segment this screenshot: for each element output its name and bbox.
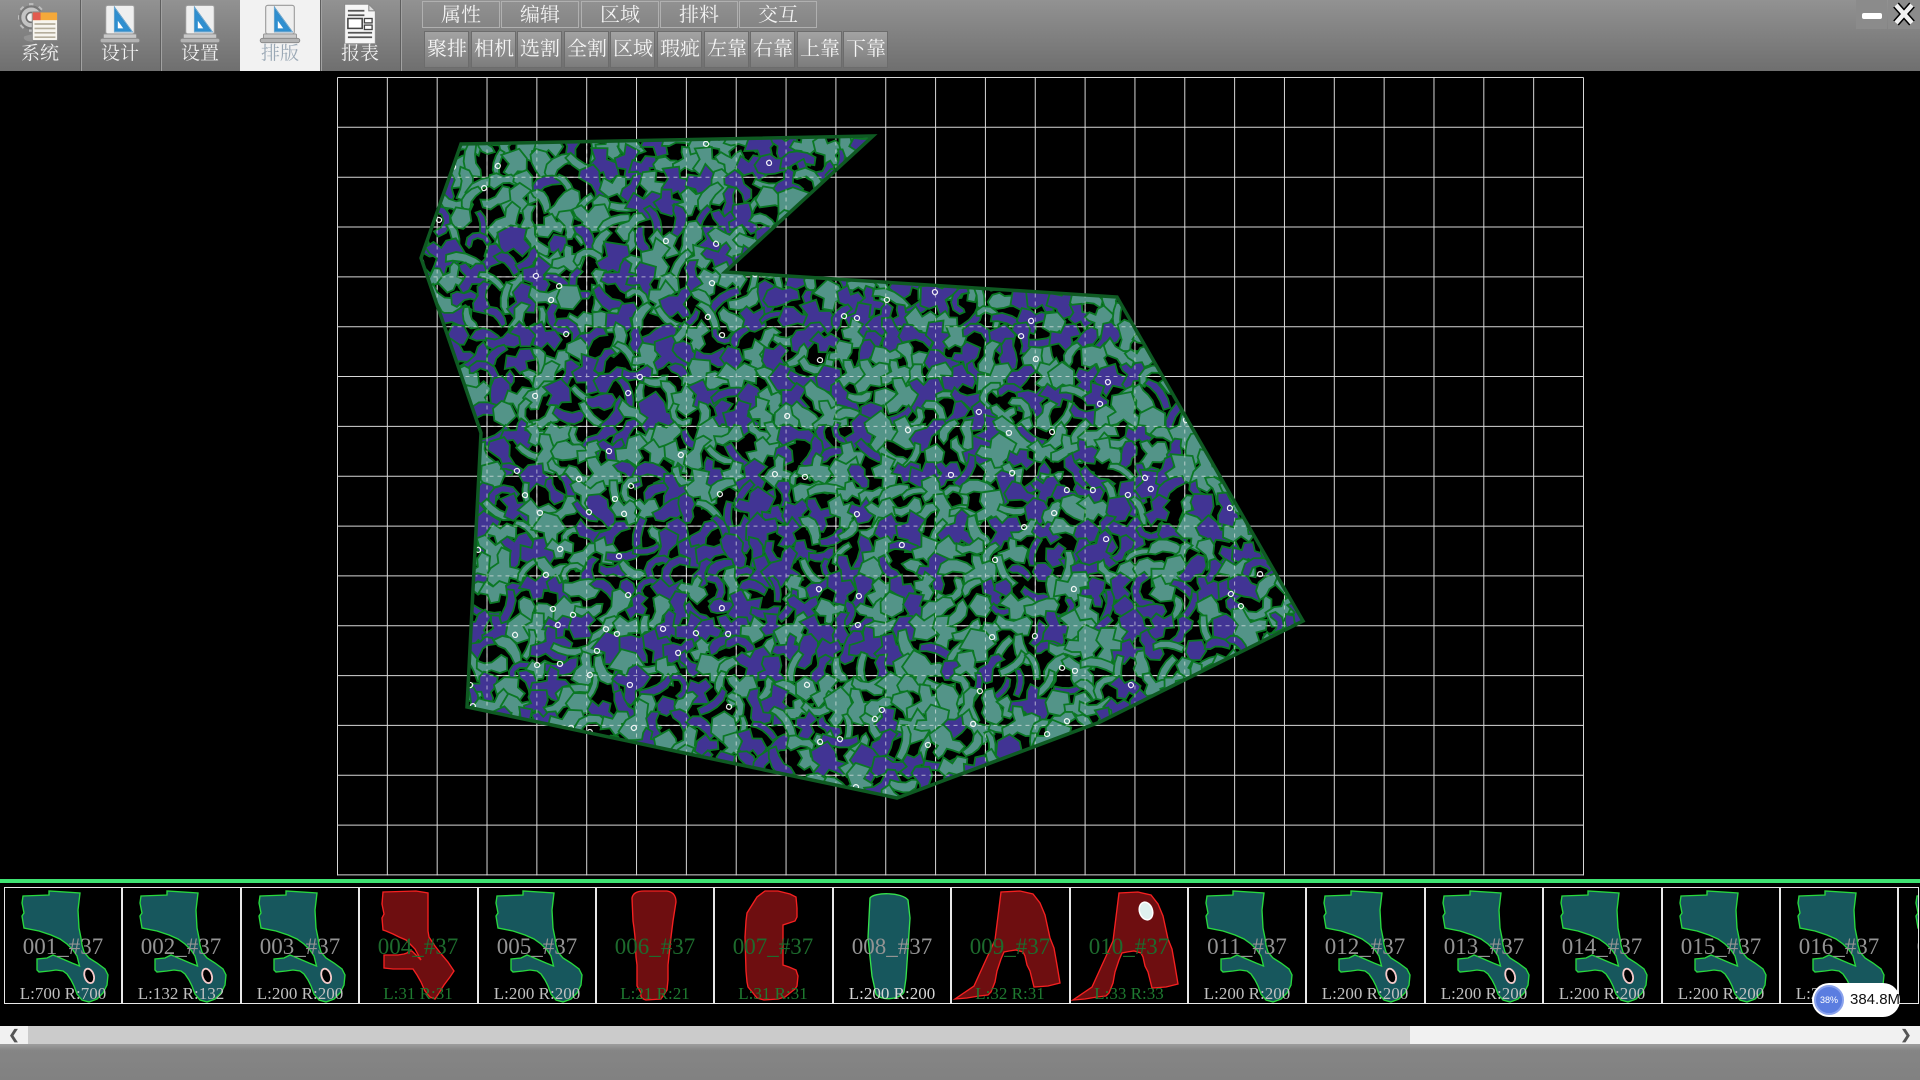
svg-text:016_#37: 016_#37 <box>1799 934 1880 959</box>
svg-text:014_#37: 014_#37 <box>1562 934 1643 959</box>
svg-text:L:32 R:31: L:32 R:31 <box>975 984 1044 1003</box>
svg-text:L:21 R:21: L:21 R:21 <box>620 984 689 1003</box>
svg-text:L:200 R:200: L:200 R:200 <box>1204 984 1290 1003</box>
svg-text:L:700 R:700: L:700 R:700 <box>20 984 106 1003</box>
svg-text:013_#37: 013_#37 <box>1444 934 1525 959</box>
svg-text:008_#37: 008_#37 <box>852 934 933 959</box>
svg-text:004_#37: 004_#37 <box>378 934 459 959</box>
svg-text:009_#37: 009_#37 <box>970 934 1051 959</box>
svg-text:012_#37: 012_#37 <box>1325 934 1406 959</box>
svg-text:L:200 R:200: L:200 R:200 <box>849 984 935 1003</box>
svg-text:003_#37: 003_#37 <box>260 934 341 959</box>
svg-text:011_#37: 011_#37 <box>1207 934 1287 959</box>
svg-text:010_#37: 010_#37 <box>1088 934 1169 959</box>
svg-text:015_#37: 015_#37 <box>1680 934 1761 959</box>
svg-text:017_#37: 017_#37 <box>1917 934 1918 959</box>
svg-text:L:31 R:31: L:31 R:31 <box>383 984 452 1003</box>
svg-text:L:200 R:200: L:200 R:200 <box>493 984 579 1003</box>
svg-text:006_#37: 006_#37 <box>615 934 696 959</box>
svg-text:L:200 R:200: L:200 R:200 <box>1677 984 1763 1003</box>
svg-text:002_#37: 002_#37 <box>141 934 222 959</box>
svg-text:001_#37: 001_#37 <box>23 934 104 959</box>
svg-text:L:200 R:200: L:200 R:200 <box>257 984 343 1003</box>
svg-text:L:200 R:200: L:200 R:200 <box>1322 984 1408 1003</box>
svg-text:L:31 R:31: L:31 R:31 <box>739 984 808 1003</box>
svg-text:005_#37: 005_#37 <box>496 934 577 959</box>
svg-text:007_#37: 007_#37 <box>733 934 814 959</box>
svg-text:L:200 R:200: L:200 R:200 <box>1559 984 1645 1003</box>
svg-text:L:200 R:200: L:200 R:200 <box>1441 984 1527 1003</box>
svg-text:L:132 R:132: L:132 R:132 <box>138 984 224 1003</box>
svg-text:L:33 R:33: L:33 R:33 <box>1094 984 1163 1003</box>
